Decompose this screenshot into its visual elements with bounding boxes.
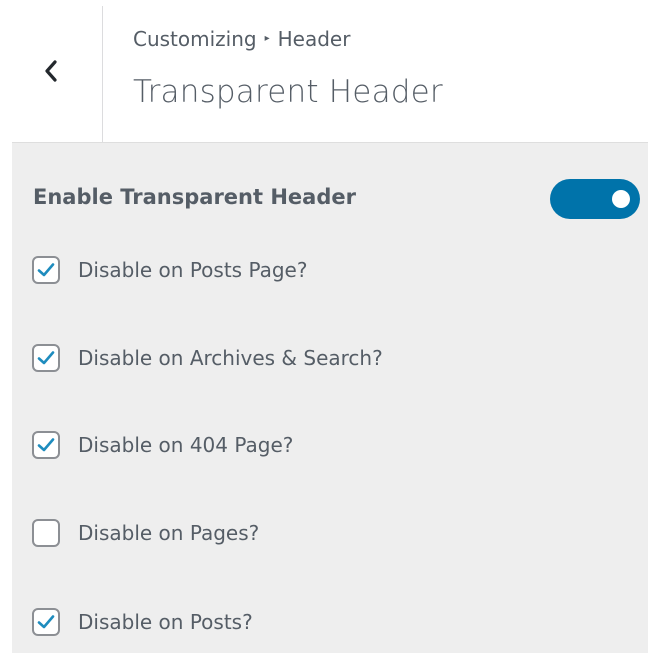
checkbox-disable-404-page[interactable] bbox=[32, 431, 60, 459]
breadcrumb-current: Header bbox=[277, 27, 351, 51]
checkbox-disable-pages[interactable] bbox=[32, 519, 60, 547]
breadcrumb: Customizing ▸ Header bbox=[133, 27, 350, 51]
section-header: Customizing ▸ Header Transparent Header bbox=[0, 0, 648, 142]
option-disable-pages: Disable on Pages? bbox=[32, 516, 259, 550]
option-disable-404-page: Disable on 404 Page? bbox=[32, 428, 293, 462]
customizer-screen: Customizing ▸ Header Transparent Header … bbox=[0, 0, 648, 653]
option-label: Disable on 404 Page? bbox=[78, 433, 294, 457]
checkbox-disable-posts-page[interactable] bbox=[32, 256, 60, 284]
enable-transparent-header-label: Enable Transparent Header bbox=[33, 185, 356, 209]
option-disable-posts: Disable on Posts? bbox=[32, 605, 253, 639]
settings-panel: Enable Transparent Header Disable on Pos… bbox=[12, 142, 648, 653]
checkmark-icon bbox=[37, 614, 55, 630]
option-label: Disable on Posts? bbox=[78, 610, 253, 634]
chevron-left-icon bbox=[42, 58, 60, 84]
option-label: Disable on Pages? bbox=[78, 521, 260, 545]
enable-transparent-header-toggle[interactable] bbox=[550, 179, 640, 219]
checkmark-icon bbox=[37, 350, 55, 366]
page-title: Transparent Header bbox=[133, 74, 443, 110]
option-disable-archives-search: Disable on Archives & Search? bbox=[32, 341, 383, 375]
back-button[interactable] bbox=[0, 0, 102, 142]
breadcrumb-root: Customizing bbox=[133, 27, 257, 51]
checkmark-icon bbox=[37, 262, 55, 278]
option-disable-posts-page: Disable on Posts Page? bbox=[32, 253, 307, 287]
header-divider bbox=[102, 6, 103, 142]
toggle-knob bbox=[612, 190, 630, 208]
option-label: Disable on Posts Page? bbox=[78, 258, 308, 282]
checkbox-disable-posts[interactable] bbox=[32, 608, 60, 636]
checkmark-icon bbox=[37, 437, 55, 453]
checkbox-disable-archives-search[interactable] bbox=[32, 344, 60, 372]
option-label: Disable on Archives & Search? bbox=[78, 346, 383, 370]
breadcrumb-separator-icon: ▸ bbox=[264, 32, 270, 44]
